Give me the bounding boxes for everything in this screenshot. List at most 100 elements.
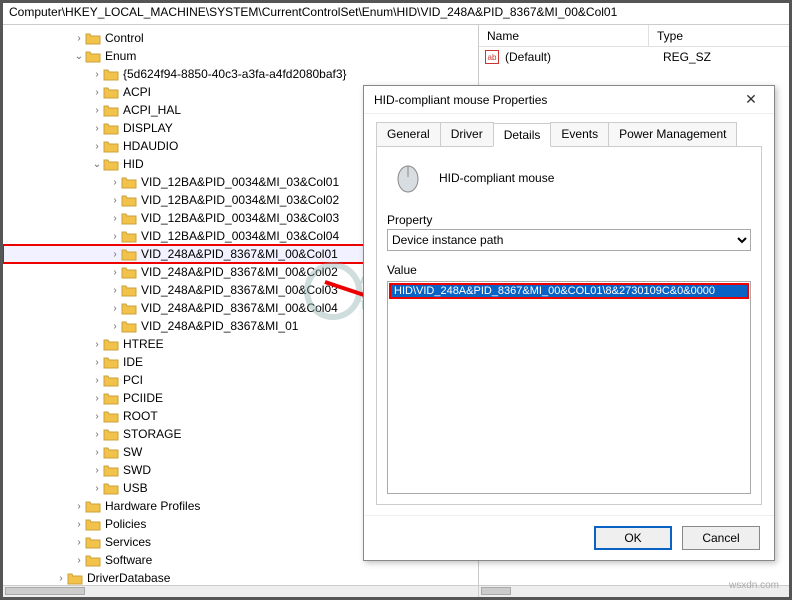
folder-icon [67,571,83,585]
properties-dialog: HID-compliant mouse Properties ✕ General… [363,85,775,561]
expand-caret[interactable] [73,51,85,62]
expand-caret[interactable] [73,519,85,530]
tab-power-management[interactable]: Power Management [608,122,737,146]
folder-icon [103,103,119,117]
horizontal-scrollbar[interactable] [3,585,478,597]
expand-caret[interactable] [91,105,103,116]
expand-caret[interactable] [109,195,121,206]
folder-icon [121,247,137,261]
scrollbar-thumb[interactable] [481,587,511,595]
cancel-button[interactable]: Cancel [682,526,760,550]
expand-caret[interactable] [91,393,103,404]
tree-item-label: VID_12BA&PID_0034&MI_03&Col01 [141,175,339,189]
tab-general[interactable]: General [376,122,441,146]
tree-item[interactable]: DriverDatabase [87,571,170,585]
expand-caret[interactable] [91,465,103,476]
expand-caret[interactable] [73,537,85,548]
tree-item[interactable]: ACPI_HAL [123,103,181,117]
dialog-title: HID-compliant mouse Properties [374,93,734,107]
tree-item[interactable]: {5d624f94-8850-40c3-a3fa-a4fd2080baf3} [123,67,347,81]
folder-icon [85,49,101,63]
folder-icon [103,337,119,351]
folder-icon [103,67,119,81]
value-listbox[interactable]: HID\VID_248A&PID_8367&MI_00&COL01\8&2730… [387,281,751,494]
tree-item-label: STORAGE [123,427,181,441]
list-header: Name Type [479,25,789,47]
expand-caret[interactable] [91,87,103,98]
expand-caret[interactable] [109,303,121,314]
expand-caret[interactable] [109,231,121,242]
ok-button[interactable]: OK [594,526,672,550]
string-value-icon: ab [485,50,499,64]
tab-panel-details: HID-compliant mouse Property Device inst… [376,147,762,505]
expand-caret[interactable] [73,501,85,512]
folder-icon [103,157,119,171]
folder-icon [85,31,101,45]
tree-item-hid[interactable]: HID [123,157,144,171]
tree-item-label: Services [105,535,151,549]
tab-driver[interactable]: Driver [440,122,494,146]
expand-caret[interactable] [91,339,103,350]
address-bar[interactable]: Computer\HKEY_LOCAL_MACHINE\SYSTEM\Curre… [3,3,789,25]
tab-details[interactable]: Details [493,123,552,147]
scrollbar-thumb[interactable] [5,587,85,595]
expand-caret[interactable] [73,33,85,44]
folder-icon [103,481,119,495]
tree-item-label: VID_12BA&PID_0034&MI_03&Col03 [141,211,339,225]
folder-icon [121,301,137,315]
expand-caret[interactable] [109,177,121,188]
expand-caret[interactable] [91,141,103,152]
property-label: Property [387,213,751,227]
expand-caret[interactable] [91,483,103,494]
expand-caret[interactable] [109,285,121,296]
mouse-icon [391,163,425,193]
expand-caret[interactable] [55,573,67,584]
expand-caret[interactable] [91,429,103,440]
tree-item-label: VID_12BA&PID_0034&MI_03&Col04 [141,229,339,243]
close-button[interactable]: ✕ [734,89,768,111]
expand-caret[interactable] [91,69,103,80]
folder-icon [103,445,119,459]
folder-icon [103,85,119,99]
expand-caret[interactable] [109,321,121,332]
tree-item-label: ROOT [123,409,158,423]
folder-icon [121,265,137,279]
value-label: Value [387,263,751,277]
value-line-selected[interactable]: HID\VID_248A&PID_8367&MI_00&COL01\8&2730… [390,284,748,298]
tree-item-label: SWD [123,463,151,477]
list-row[interactable]: ab (Default) REG_SZ [479,47,789,67]
tree-item-label: VID_12BA&PID_0034&MI_03&Col02 [141,193,339,207]
column-type[interactable]: Type [649,25,691,46]
expand-caret[interactable] [91,375,103,386]
tree-item-control[interactable]: Control [105,31,144,45]
tree-item[interactable]: HDAUDIO [123,139,178,153]
folder-icon [121,319,137,333]
tree-item-label: SW [123,445,142,459]
tree-item-label: PCI [123,373,143,387]
expand-caret[interactable] [109,267,121,278]
tree-item-enum[interactable]: Enum [105,49,136,63]
tree-item[interactable]: DISPLAY [123,121,173,135]
tab-events[interactable]: Events [550,122,609,146]
dialog-titlebar[interactable]: HID-compliant mouse Properties ✕ [364,86,774,114]
expand-caret[interactable] [91,159,103,170]
expand-caret[interactable] [109,213,121,224]
folder-icon [85,517,101,531]
property-select[interactable]: Device instance path [387,229,751,251]
tree-item-label: HTREE [123,337,164,351]
tree-item-label: PCIIDE [123,391,163,405]
tree-item-label: Software [105,553,152,567]
expand-caret[interactable] [91,447,103,458]
expand-caret[interactable] [91,357,103,368]
tree-item-label: VID_248A&PID_8367&MI_00&Col01 [141,247,338,261]
folder-icon [103,427,119,441]
expand-caret[interactable] [91,123,103,134]
expand-caret[interactable] [109,249,121,260]
tree-item[interactable]: ACPI [123,85,151,99]
tree-item-label: VID_248A&PID_8367&MI_00&Col02 [141,265,338,279]
expand-caret[interactable] [73,555,85,566]
expand-caret[interactable] [91,411,103,422]
folder-icon [103,391,119,405]
column-name[interactable]: Name [479,25,649,46]
folder-icon [103,373,119,387]
